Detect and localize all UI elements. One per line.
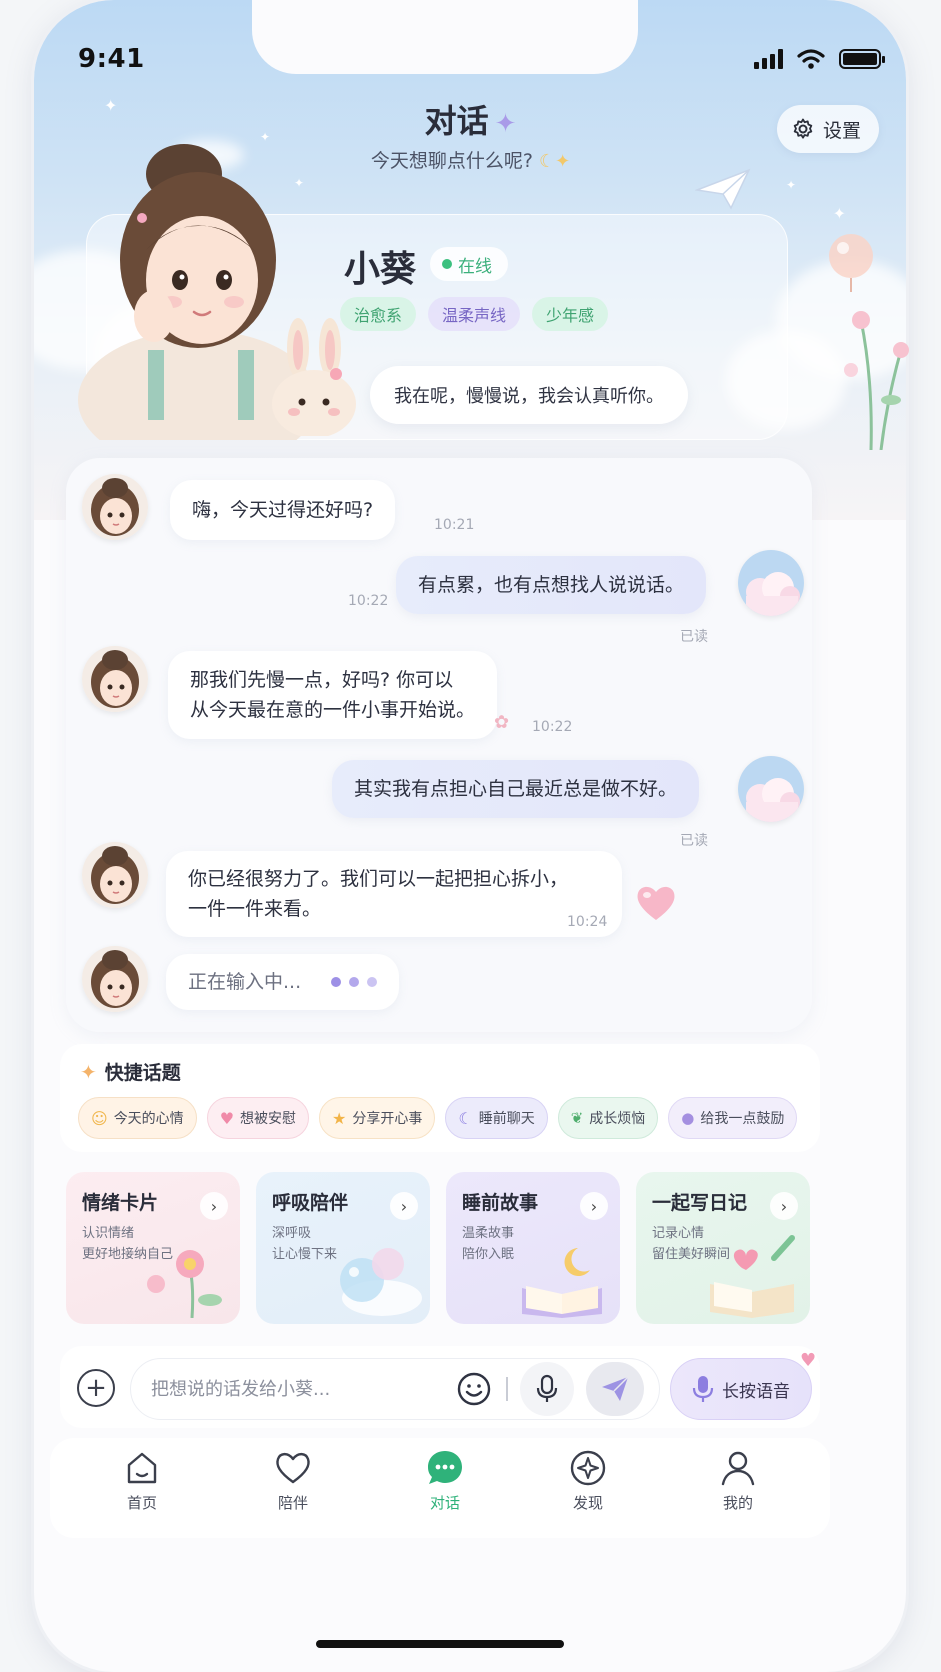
chip-todays-mood[interactable]: ☺ 今天的心情 (78, 1097, 197, 1139)
compass-star-icon (570, 1450, 606, 1486)
status-time: 9:41 (78, 44, 145, 74)
bot-avatar[interactable] (82, 842, 148, 908)
chevron-right-icon: › (390, 1192, 418, 1220)
greeting-bubble: 我在呢，慢慢说，我会认真听你。 (370, 366, 688, 424)
paper-plane-icon (695, 168, 751, 210)
message-time: 10:22 (532, 719, 573, 735)
character-tags: 治愈系 温柔声线 少年感 (340, 297, 609, 331)
feature-emotion-cards[interactable]: 情绪卡片 认识情绪 更好地接纳自己 › (66, 1172, 240, 1324)
feature-bedtime-story[interactable]: 睡前故事 温柔故事 陪你入眠 › (446, 1172, 620, 1324)
read-receipt: 已读 (680, 629, 708, 645)
emoji-button[interactable] (456, 1371, 492, 1407)
quick-topic-chips: ☺ 今天的心情 ♥ 想被安慰 ★ 分享开心事 ☾ 睡前聊天 ❦ 成长烦恼 ● 给我一点鼓励 (78, 1097, 798, 1139)
plus-button[interactable]: + (77, 1369, 115, 1407)
home-indicator (316, 1640, 564, 1648)
sprout-icon: ❦ (570, 1109, 584, 1127)
chip-want-comfort[interactable]: ♥ 想被安慰 (206, 1097, 310, 1139)
balloon-icon (829, 234, 873, 292)
typing-indicator: 正在输入中... (166, 954, 400, 1010)
chip-bedtime-chat[interactable]: ☾ 睡前聊天 (445, 1097, 548, 1139)
bubbles-illustration (340, 1248, 422, 1316)
message-time: 10:21 (434, 517, 475, 533)
flower-illustration (147, 1250, 222, 1318)
online-status-badge: 在线 (430, 247, 508, 281)
star-icon: ★ (332, 1108, 347, 1128)
bot-message: 你已经很努力了。我们可以一起把担心拆小， 一件一件来看。 (166, 851, 622, 937)
character-name: 小葵 (344, 249, 417, 290)
tab-chat[interactable]: 对话 (405, 1448, 485, 1513)
tag-healing: 治愈系 (340, 297, 417, 331)
feature-breathing[interactable]: 呼吸陪伴 深呼吸 让心慢下来 › (256, 1172, 430, 1324)
status-bar: 9:41 (0, 40, 941, 80)
tag-gentle-voice: 温柔声线 (428, 297, 521, 331)
bot-avatar[interactable] (82, 474, 148, 540)
flowers-decoration (844, 311, 909, 450)
feature-cards: 情绪卡片 认识情绪 更好地接纳自己 › 呼吸陪伴 深呼吸 让心慢下来 › 睡前故事 … (66, 1172, 810, 1324)
user-message: 有点累，也有点想找人说说话。 (396, 556, 707, 614)
heart-icon (637, 886, 675, 920)
message-input[interactable] (130, 1358, 660, 1420)
chip-share-happy[interactable]: ★ 分享开心事 (319, 1097, 436, 1139)
tab-discover[interactable]: 发现 (548, 1448, 628, 1513)
sparkle-icon: ✦ (785, 178, 796, 192)
bot-message: 那我们先慢一点，好吗? 你可以 从今天最在意的一件小事开始说。 (168, 651, 498, 739)
tag-youthful: 少年感 (532, 297, 609, 331)
mic-icon (692, 1376, 714, 1402)
heart-icon: ♥ (800, 1350, 817, 1371)
send-button[interactable] (586, 1362, 644, 1416)
mic-icon (536, 1374, 558, 1402)
hold-to-talk-button[interactable]: 长按语音 (670, 1358, 812, 1420)
storybook-illustration (522, 1248, 602, 1318)
wifi-icon (797, 49, 825, 69)
mic-button[interactable] (520, 1362, 574, 1416)
heart-icon: ♥ (219, 1108, 235, 1128)
chevron-right-icon: › (200, 1192, 228, 1220)
bot-message: 嗨，今天过得还好吗? (170, 480, 396, 540)
chip-encouragement[interactable]: ● 给我一点鼓励 (668, 1097, 798, 1139)
tab-home[interactable]: 首页 (102, 1448, 182, 1513)
moon-icon: ☾ (458, 1108, 473, 1128)
user-avatar[interactable] (738, 550, 804, 616)
read-receipt: 已读 (680, 833, 708, 849)
online-dot-icon (442, 259, 452, 269)
chat-panel (66, 458, 812, 1032)
bot-avatar[interactable] (82, 646, 148, 712)
user-avatar[interactable] (738, 756, 804, 822)
lightbulb-icon: ● (681, 1109, 695, 1127)
chevron-right-icon: › (770, 1192, 798, 1220)
heart-icon (276, 1452, 310, 1484)
bot-avatar[interactable] (82, 946, 148, 1012)
settings-button[interactable]: 设置 (776, 105, 879, 153)
quick-topics-title: ✦ 快捷话题 (80, 1059, 181, 1085)
typing-dots-icon (331, 977, 378, 987)
user-message: 其实我有点担心自己最近总是做不好。 (332, 760, 700, 818)
message-time: 10:24 (567, 914, 608, 930)
flower-icon: ✿ (494, 712, 510, 733)
sparkle-icon: ✦ (494, 109, 517, 139)
home-icon (127, 1452, 157, 1484)
divider (506, 1377, 508, 1401)
smiley-icon: ☺ (91, 1108, 108, 1128)
send-icon (602, 1376, 629, 1401)
message-time: 10:22 (348, 593, 389, 609)
chevron-right-icon: › (580, 1192, 608, 1220)
chip-growing-pains[interactable]: ❦ 成长烦恼 (557, 1097, 659, 1139)
diary-illustration (710, 1235, 795, 1318)
bunny-plush-illustration (272, 318, 356, 436)
gear-icon (793, 118, 813, 139)
battery-icon (839, 49, 885, 69)
chat-bubble-icon (428, 1451, 462, 1484)
user-icon (721, 1451, 755, 1486)
tab-companion[interactable]: 陪伴 (253, 1448, 333, 1513)
sparkle-icon: ✦ (80, 1059, 97, 1084)
sparkle-icon: ✦ (832, 204, 846, 223)
signal-icon (754, 49, 783, 69)
tab-profile[interactable]: 我的 (698, 1448, 778, 1513)
feature-diary[interactable]: 一起写日记 记录心情 留住美好瞬间 › (636, 1172, 810, 1324)
moon-sparkle-icon: ☾✦ (538, 151, 571, 172)
